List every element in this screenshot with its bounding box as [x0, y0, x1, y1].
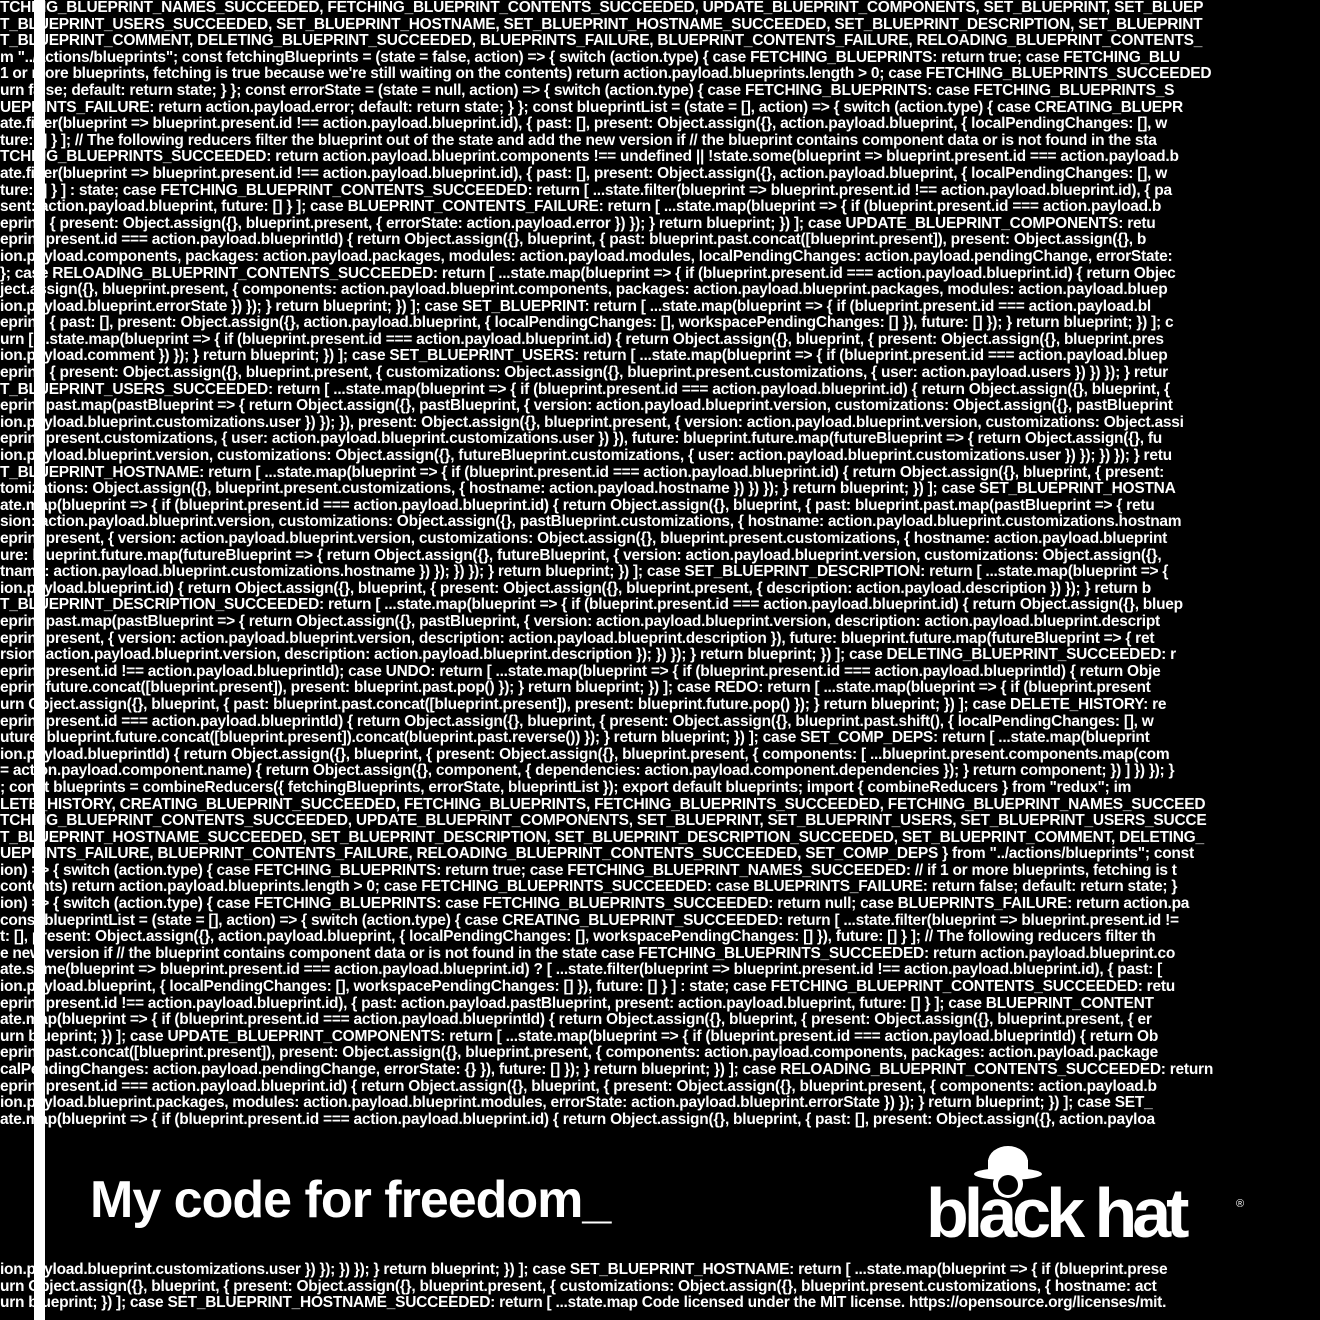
code-line: ure: blueprint.future.map(futureBlueprin…: [0, 547, 1162, 564]
code-line: TCHING_BLUEPRINTS_SUCCEEDED: return acti…: [0, 149, 1179, 166]
code-line: ion.payload.blueprint.packages, modules:…: [0, 1095, 1153, 1112]
code-line: }; case RELOADING_BLUEPRINT_CONTENTS_SUC…: [0, 265, 1176, 282]
code-line: sent: action.payload.blueprint, future: …: [0, 199, 1162, 216]
code-line: T_BLUEPRINT_DESCRIPTION_SUCCEEDED: retur…: [0, 597, 1183, 614]
code-line: ate.filter(blueprint => blueprint.presen…: [0, 165, 1168, 182]
code-line: eprint.past.map(pastBlueprint => { retur…: [0, 398, 1173, 415]
code-line: UEPRINTS_FAILURE: return action.payload.…: [0, 99, 1183, 116]
code-line: ion.payload.components, packages: action…: [0, 248, 1173, 265]
code-line: ate.map(blueprint => { if (blueprint.pre…: [0, 1111, 1155, 1128]
code-line: ate.filter(blueprint => blueprint.presen…: [0, 116, 1168, 133]
code-line: eprint, { present: Object.assign({}, blu…: [0, 365, 1168, 382]
code-line: T_BLUEPRINT_USERS_SUCCEEDED, SET_BLUEPRI…: [0, 16, 1203, 33]
code-line: urn false; default: return state; } }; c…: [0, 82, 1175, 99]
code-line: ion.payload.comment }) }); } return blue…: [0, 348, 1168, 365]
code-line: eprint.past.concat([blueprint.present]),…: [0, 1045, 1159, 1062]
code-line: urn blueprint; }) ]; case SET_BLUEPRINT_…: [0, 1295, 1167, 1312]
code-line: ion.payload.blueprint.version, customiza…: [0, 448, 1172, 465]
code-line: ion.payload.blueprint.errorState }) }); …: [0, 298, 1151, 315]
code-line: sion: action.payload.blueprint.version, …: [0, 514, 1182, 531]
code-line: e new version if // the blueprint contai…: [0, 945, 1176, 962]
code-line: urn Object.assign({}, blueprint, { past:…: [0, 696, 1167, 713]
code-background-bottom: ion.payload.blueprint.customizations.use…: [0, 1262, 1320, 1320]
code-line: TCHING_BLUEPRINT_NAMES_SUCCEEDED, FETCHI…: [0, 0, 1204, 16]
code-line: ject.assign({}, blueprint.present, { com…: [0, 282, 1168, 299]
registered-mark: ®: [1236, 1198, 1245, 1210]
code-line: t: [], present: Object.assign({}, action…: [0, 929, 1156, 946]
code-line: ate.some(blueprint => blueprint.present.…: [0, 962, 1163, 979]
code-line: rsion: action.payload.blueprint.version,…: [0, 647, 1176, 664]
code-line: eprint.present, { version: action.payloa…: [0, 531, 1168, 547]
code-line: LETE_HISTORY, CREATING_BLUEPRINT_SUCCEED…: [0, 796, 1206, 813]
code-line: uture: blueprint.future.concat([blueprin…: [0, 730, 1150, 747]
code-line: ion.payload.blueprint, { localPendingCha…: [0, 979, 1175, 996]
code-line: ion.payload.blueprint.id) { return Objec…: [0, 580, 1151, 597]
code-line: ion.payload.blueprintId) { return Object…: [0, 746, 1170, 763]
code-line: eprint.future.concat([blueprint.present]…: [0, 680, 1151, 697]
code-line: urn Object.assign({}, blueprint, { prese…: [0, 1278, 1157, 1295]
code-line: urn blueprint; }) ]; case UPDATE_BLUEPRI…: [0, 1028, 1159, 1045]
poster: TCHING_BLUEPRINT_NAMES_SUCCEEDED, FETCHI…: [0, 0, 1320, 1320]
code-line: ; const blueprints = combineReducers({ f…: [0, 779, 1132, 796]
code-line: T_BLUEPRINT_COMMENT, DELETING_BLUEPRINT_…: [0, 33, 1203, 50]
code-line: ion) => { switch (action.type) { case FE…: [0, 896, 1190, 913]
code-line: eprint, { present: Object.assign({}, blu…: [0, 215, 1156, 232]
code-line: m "../actions/blueprints"; const fetchin…: [0, 49, 1180, 66]
code-line: ate.map(blueprint => { if (blueprint.pre…: [0, 497, 1155, 514]
code-line: ture: [] } ] : state; case FETCHING_BLUE…: [0, 182, 1172, 199]
code-background-top: TCHING_BLUEPRINT_NAMES_SUCCEEDED, FETCHI…: [0, 0, 1320, 1136]
code-line: ion.payload.blueprint.customizations.use…: [0, 414, 1184, 431]
code-line: UEPRINTS_FAILURE, BLUEPRINT_CONTENTS_FAI…: [0, 846, 1194, 863]
code-line: = action.payload.component.name) { retur…: [0, 763, 1175, 780]
code-line: T_BLUEPRINT_HOSTNAME_SUCCEEDED, SET_BLUE…: [0, 829, 1204, 846]
code-line: eprint.past.map(pastBlueprint => { retur…: [0, 613, 1160, 630]
code-line: tomizations: Object.assign({}, blueprint…: [0, 481, 1176, 498]
code-line: eprint.present.id === action.payload.blu…: [0, 713, 1154, 730]
code-line: eprint.present.id === action.payload.blu…: [0, 1078, 1157, 1095]
code-line: T_BLUEPRINT_HOSTNAME: return [ ...state.…: [0, 464, 1165, 481]
code-line: calPendingChanges: action.payload.pendin…: [0, 1062, 1214, 1078]
code-line: eprint.present.customizations, { user: a…: [0, 431, 1162, 448]
code-line: eprint.present.id === action.payload.blu…: [0, 232, 1147, 249]
code-line: eprint.present.id !== action.payload.blu…: [0, 995, 1154, 1012]
tagline: My code for freedom_: [90, 1171, 611, 1229]
logo-wordmark: black hat: [926, 1174, 1189, 1252]
vertical-white-bar: [34, 0, 45, 1320]
code-line: eprint, { past: [], present: Object.assi…: [0, 315, 1174, 332]
code-line: eprint.present.id !== action.payload.blu…: [0, 663, 1161, 680]
black-hat-logo: black hat ®: [926, 1144, 1256, 1254]
code-line: TCHING_BLUEPRINT_CONTENTS_SUCCEEDED, UPD…: [0, 813, 1207, 830]
code-line: ate.map(blueprint => { if (blueprint.pre…: [0, 1012, 1152, 1029]
code-line: urn [ ...state.map(blueprint => { if (bl…: [0, 331, 1164, 348]
code-line: 1 or more blueprints, fetching is true b…: [0, 66, 1212, 83]
code-line: eprint.present, { version: action.payloa…: [0, 630, 1155, 647]
code-line: contents) return action.payload.blueprin…: [0, 879, 1178, 896]
code-line: const blueprintList = (state = [], actio…: [0, 912, 1179, 929]
code-line: ion.payload.blueprint.customizations.use…: [0, 1262, 1168, 1278]
code-line: T_BLUEPRINT_USERS_SUCCEEDED: return [ ..…: [0, 381, 1170, 398]
code-line: ture: [] } ]; // The following reducers …: [0, 132, 1157, 149]
code-line: ion) => { switch (action.type) { case FE…: [0, 862, 1177, 879]
code-line: tname: action.payload.blueprint.customiz…: [0, 564, 1169, 581]
